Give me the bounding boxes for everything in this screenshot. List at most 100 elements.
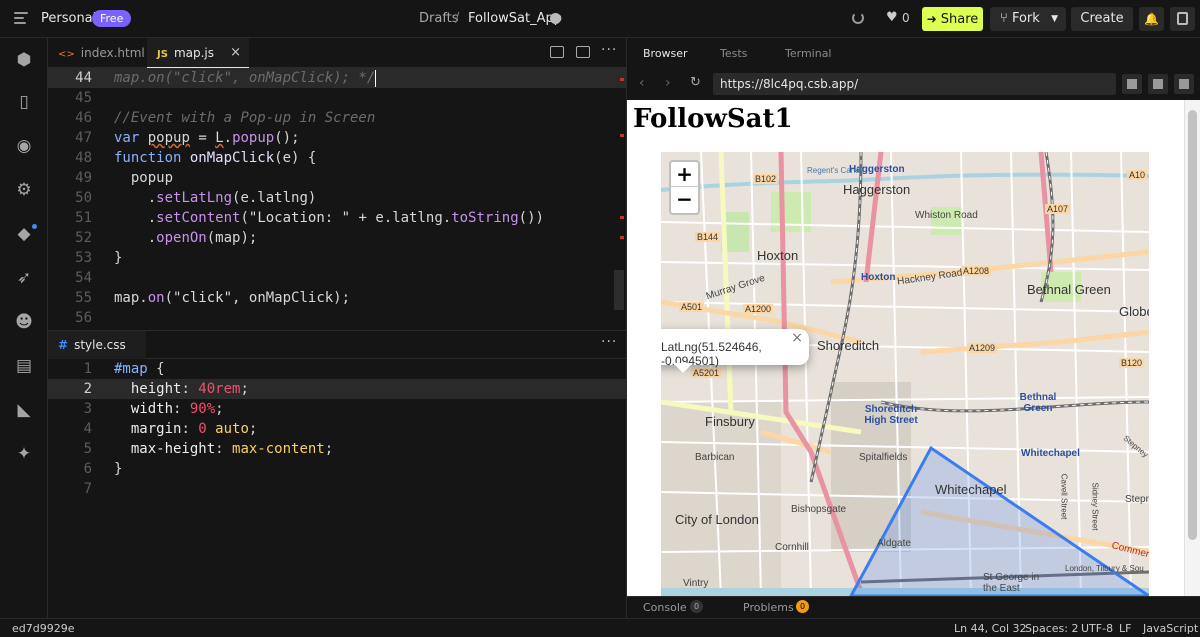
- share-arrow-icon: ➜: [926, 12, 937, 26]
- rocket-icon[interactable]: ➶: [14, 268, 34, 288]
- plan-badge: Free: [92, 10, 132, 27]
- create-button[interactable]: Create: [1071, 7, 1133, 31]
- tab-terminal[interactable]: Terminal: [785, 47, 832, 60]
- scroll-thumb[interactable]: [1188, 110, 1197, 540]
- console-tab[interactable]: Console: [643, 601, 687, 614]
- road-tag: A1209: [967, 343, 998, 353]
- file-icon[interactable]: ▯: [14, 92, 34, 112]
- js-file-icon: JS: [157, 49, 168, 60]
- code-line: 4 margin: 0 auto;: [83, 421, 258, 437]
- tab-index-html[interactable]: <> index.html: [48, 38, 146, 68]
- editor-scrollbar[interactable]: [614, 270, 624, 310]
- fork-button[interactable]: ⑂ Fork ▼: [990, 7, 1066, 31]
- problems-tab[interactable]: Problems: [743, 601, 794, 614]
- street-label: Bishopsgate: [791, 504, 847, 515]
- leaflet-map[interactable]: B102 A10 A107 B144 A1208 A501 A1200 A120…: [661, 152, 1149, 596]
- road-tag: A1200: [743, 304, 774, 314]
- js-code-editor[interactable]: 44 map.on("click", onMapClick); */ 45 46/…: [48, 68, 626, 330]
- place-label: St George in the East: [983, 572, 1040, 594]
- tab-browser[interactable]: Browser: [643, 47, 688, 60]
- account-icon[interactable]: [1170, 7, 1195, 31]
- line-ending[interactable]: LF: [1119, 622, 1131, 635]
- reload-icon[interactable]: ↻: [690, 75, 701, 90]
- search-icon[interactable]: ◉: [14, 136, 34, 156]
- top-bar: Personal Free Drafts / FollowSat_App ♥ 0…: [0, 0, 1200, 38]
- place-label: Barbican: [695, 452, 735, 463]
- more-options-icon[interactable]: ···: [601, 42, 617, 58]
- cursor-position[interactable]: Ln 44, Col 32: [954, 622, 1027, 635]
- code-line: 3 width: 90%;: [83, 401, 224, 417]
- menu-icon[interactable]: [14, 12, 28, 24]
- like-count: 0: [902, 11, 910, 25]
- console-bar: Console 0 Problems 0: [627, 596, 1200, 618]
- browser-viewport: FollowSat1 B102 A10 A107 B144 A1208 A501…: [627, 100, 1200, 596]
- tab-map-js[interactable]: JS map.js ×: [147, 38, 249, 68]
- globe-icon: [550, 13, 561, 24]
- gear-icon[interactable]: ⚙: [14, 180, 34, 200]
- canal-label: Regent's Canal: [807, 166, 862, 175]
- zoom-control: + −: [669, 160, 700, 215]
- commit-hash[interactable]: ed7d9929e: [12, 622, 75, 635]
- tab-tests[interactable]: Tests: [720, 47, 747, 60]
- road-tag: A5201: [691, 368, 722, 378]
- vscode-icon[interactable]: ◣: [14, 400, 34, 420]
- heart-icon[interactable]: ♥: [886, 10, 898, 25]
- back-icon[interactable]: ‹: [639, 75, 645, 91]
- github-icon[interactable]: ◆: [14, 224, 34, 244]
- street-label: Cornhill: [775, 542, 809, 553]
- code-line: 51 .setContent("Location: " + e.latlng.t…: [75, 210, 544, 226]
- docker-icon[interactable]: ▤: [14, 356, 34, 376]
- chevron-down-icon[interactable]: ▼: [1051, 7, 1058, 31]
- railway-label: London, Tilbury & Sou: [1065, 564, 1144, 573]
- road-tag: B120: [1119, 358, 1145, 368]
- language-mode[interactable]: JavaScript: [1143, 622, 1198, 635]
- page-title: FollowSat1: [633, 104, 793, 134]
- road-tag: A107: [1045, 204, 1071, 214]
- users-icon[interactable]: ☻: [14, 312, 34, 332]
- code-line: 1 #map {: [83, 361, 165, 377]
- fork-icon: ⑂: [1000, 11, 1012, 26]
- code-line: 5 max-height: max-content;: [83, 441, 334, 457]
- place-label: Spitalfields: [859, 452, 908, 463]
- notification-dot: [32, 224, 37, 229]
- more-options-icon[interactable]: ···: [601, 334, 617, 350]
- problems-count: 0: [796, 600, 809, 613]
- copy-icon[interactable]: [1148, 74, 1168, 94]
- zoom-out-button[interactable]: −: [671, 187, 698, 212]
- fork-label: Fork: [1011, 11, 1040, 26]
- encoding[interactable]: UTF-8: [1081, 622, 1113, 635]
- station-label: Whitechapel: [1021, 448, 1080, 459]
- open-new-window-icon[interactable]: [1174, 74, 1194, 94]
- station-label: Hoxton: [861, 272, 896, 283]
- bell-icon[interactable]: 🔔: [1139, 7, 1164, 31]
- css-code-editor[interactable]: 1 #map { 2 height: 40rem; 3 width: 90%; 4…: [48, 359, 626, 618]
- place-label: Globe: [1119, 304, 1149, 319]
- code-line: 52 .openOn(map);: [75, 230, 258, 246]
- refresh-icon[interactable]: [852, 12, 864, 24]
- place-label: Shoreditch: [817, 338, 880, 353]
- cube-icon[interactable]: ⬢: [14, 50, 34, 70]
- share-button[interactable]: ➜ Share: [922, 7, 983, 31]
- browser-toolbar: ‹ › ↻ https://8lc4pq.csb.app/: [627, 68, 1200, 100]
- indentation[interactable]: Spaces: 2: [1025, 622, 1078, 635]
- activity-bar: ⬢ ▯ ◉ ⚙ ◆ ➶ ☻ ▤ ◣ ✦: [0, 38, 48, 618]
- breadcrumb-drafts[interactable]: Drafts: [419, 11, 459, 26]
- viewport-scrollbar[interactable]: [1184, 100, 1200, 596]
- popup-close-button[interactable]: ×: [791, 330, 803, 346]
- project-name[interactable]: FollowSat_App: [468, 11, 562, 26]
- preview-pane-icon[interactable]: [576, 46, 590, 58]
- tab-style-css[interactable]: # style.css: [48, 331, 146, 359]
- split-pane-icon[interactable]: [550, 46, 564, 58]
- console-count: 0: [690, 600, 703, 613]
- code-line: 50 .setLatLng(e.latlng): [75, 190, 317, 206]
- sparkle-icon[interactable]: ✦: [14, 444, 34, 464]
- tab-label: index.html: [80, 46, 145, 60]
- code-line: 6}: [83, 461, 123, 477]
- devtools-icon[interactable]: [1122, 74, 1142, 94]
- zoom-in-button[interactable]: +: [671, 162, 698, 187]
- workspace-name[interactable]: Personal: [41, 11, 96, 26]
- preview-panel: Browser Tests Terminal ‹ › ↻ https://8lc…: [627, 38, 1200, 618]
- url-input[interactable]: https://8lc4pq.csb.app/: [713, 73, 1116, 95]
- forward-icon[interactable]: ›: [665, 75, 671, 91]
- close-icon[interactable]: ×: [230, 38, 241, 68]
